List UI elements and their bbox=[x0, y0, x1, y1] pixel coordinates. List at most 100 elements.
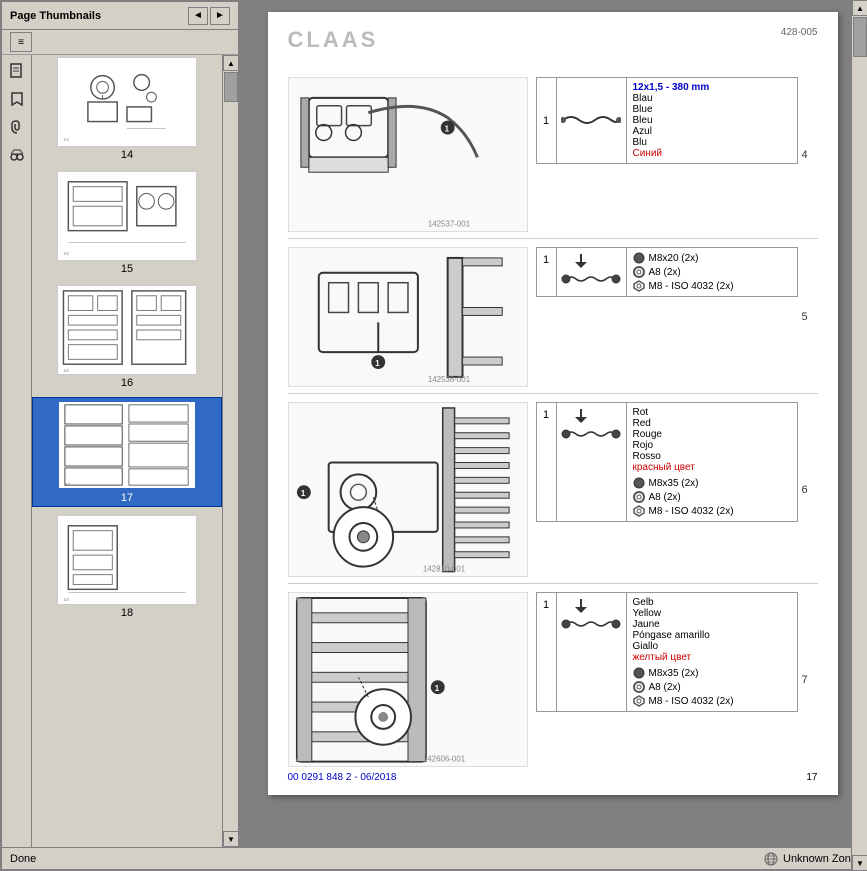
app-window: Page Thumbnails ◄ ► ≡ bbox=[0, 0, 867, 871]
thumbnail-16[interactable]: 16 16 bbox=[32, 283, 222, 391]
svg-text:1: 1 bbox=[444, 125, 449, 134]
washer-label-7-1: A8 (2x) bbox=[649, 682, 681, 693]
svg-text:1: 1 bbox=[375, 359, 380, 368]
svg-text:142810-001: 142810-001 bbox=[422, 565, 465, 574]
color-es-6: Rojo bbox=[633, 440, 791, 451]
nut-label-6-1: M8 - ISO 4032 (2x) bbox=[649, 506, 734, 517]
section-num-7: 7 bbox=[798, 592, 818, 767]
washer-label-6-1: A8 (2x) bbox=[649, 492, 681, 503]
thumbnails-list: 14 14 bbox=[32, 55, 222, 847]
page-ref-top: 428-005 bbox=[781, 27, 818, 38]
part-icons-6 bbox=[557, 403, 627, 521]
part-lang-en-4: Blue bbox=[633, 104, 791, 115]
svg-text:1: 1 bbox=[300, 489, 305, 498]
color-it-7: Giallo bbox=[633, 641, 791, 652]
part-icons-7 bbox=[557, 593, 627, 711]
part-lang-ru-4: Синий bbox=[633, 148, 791, 159]
document-panel: CLAAS 428-005 bbox=[240, 2, 865, 847]
part-desc-5: M8x20 (2x) A8 (2x) M8 - ISO 4032 (2x) bbox=[627, 248, 797, 296]
list-icon: ≡ bbox=[18, 37, 24, 48]
doc-scroll-thumb[interactable] bbox=[853, 17, 865, 57]
svg-text:1: 1 bbox=[434, 684, 439, 693]
part-row-6-1: 1 bbox=[536, 402, 798, 522]
part-lang-it-4: Blu bbox=[633, 137, 791, 148]
section-num-6: 6 bbox=[798, 402, 818, 577]
page-icon[interactable] bbox=[5, 59, 29, 83]
diagram-4: 1 142537-001 bbox=[288, 77, 528, 232]
part-row-5-1: 1 bbox=[536, 247, 798, 297]
part-lang-fr-4: Bleu bbox=[633, 115, 791, 126]
svg-text:142606-001: 142606-001 bbox=[422, 755, 465, 764]
nut-row-5-1: M8 - ISO 4032 (2x) bbox=[633, 280, 791, 292]
thumbnail-14[interactable]: 14 14 bbox=[32, 55, 222, 163]
left-panel-inner: 14 14 bbox=[2, 55, 238, 847]
thumbnail-17[interactable]: 17 17 bbox=[32, 397, 222, 507]
thumbnail-15[interactable]: 15 15 bbox=[32, 169, 222, 277]
nav-prev-button[interactable]: ◄ bbox=[188, 7, 208, 25]
bolt-label-6-1: M8x35 (2x) bbox=[649, 478, 699, 489]
color-fr-6: Rouge bbox=[633, 429, 791, 440]
svg-text:16: 16 bbox=[63, 368, 69, 374]
thumbnail-scrollbar[interactable]: ▲ ▼ bbox=[222, 55, 238, 847]
color-es-7: Póngase amarillo bbox=[633, 630, 791, 641]
section-6: 1 142810-001 1 bbox=[288, 402, 818, 584]
nut-label-7-1: M8 - ISO 4032 (2x) bbox=[649, 696, 734, 707]
document-page: CLAAS 428-005 bbox=[268, 12, 838, 795]
bolt-label-5-1: M8x20 (2x) bbox=[649, 253, 699, 264]
thumbnail-18[interactable]: 18 18 bbox=[32, 513, 222, 621]
bolt-row-7-1: M8x35 (2x) bbox=[633, 667, 791, 679]
nav-next-button[interactable]: ► bbox=[210, 7, 230, 25]
status-done: Done bbox=[10, 853, 36, 865]
part-name-4: 12x1,5 - 380 mm bbox=[633, 82, 791, 93]
parts-6: 1 bbox=[528, 402, 798, 577]
section-4: 1 142537-001 1 bbox=[288, 77, 818, 239]
part-desc-4: 12x1,5 - 380 mm Blau Blue Bleu Azul Blu … bbox=[627, 78, 797, 163]
part-pos-7: 1 bbox=[537, 593, 557, 711]
thumbnail-label-15: 15 bbox=[121, 263, 133, 275]
doc-scroll-track bbox=[852, 16, 865, 847]
bolt-row-6-1: M8x35 (2x) bbox=[633, 477, 791, 489]
doc-scroll-up[interactable]: ▲ bbox=[852, 2, 865, 16]
footer-left: 00 0291 848 2 - 06/2018 bbox=[288, 772, 397, 783]
scroll-thumb[interactable] bbox=[224, 72, 238, 102]
nut-row-6-1: M8 - ISO 4032 (2x) bbox=[633, 505, 791, 517]
svg-text:142537-001: 142537-001 bbox=[427, 220, 470, 229]
washer-row-7-1: A8 (2x) bbox=[633, 681, 791, 693]
panel-title: Page Thumbnails bbox=[10, 10, 101, 22]
color-fr-7: Jaune bbox=[633, 619, 791, 630]
list-view-button[interactable]: ≡ bbox=[10, 32, 32, 52]
panel-header: Page Thumbnails ◄ ► bbox=[2, 2, 238, 30]
status-bar: Done Unknown Zone bbox=[2, 847, 865, 869]
diagram-6: 1 142810-001 bbox=[288, 402, 528, 577]
thumbnail-label-18: 18 bbox=[121, 607, 133, 619]
nut-label-5-1: M8 - ISO 4032 (2x) bbox=[649, 281, 734, 292]
bolt-row-5-1: M8x20 (2x) bbox=[633, 252, 791, 264]
attachment-icon[interactable] bbox=[5, 115, 29, 139]
content-area: Page Thumbnails ◄ ► ≡ bbox=[2, 2, 865, 847]
footer-right: 17 bbox=[806, 772, 817, 783]
thumbnail-label-16: 16 bbox=[121, 377, 133, 389]
doc-scrollbar[interactable]: ▲ ▼ bbox=[851, 2, 865, 847]
svg-text:14: 14 bbox=[63, 137, 69, 143]
washer-row-6-1: A8 (2x) bbox=[633, 491, 791, 503]
part-pos-4: 1 bbox=[537, 78, 557, 163]
status-zone-label: Unknown Zone bbox=[783, 853, 857, 865]
binoculars-icon[interactable] bbox=[5, 143, 29, 167]
bolt-label-7-1: M8x35 (2x) bbox=[649, 668, 699, 679]
status-zone-area: Unknown Zone bbox=[763, 851, 857, 867]
sidebar-icons bbox=[2, 55, 32, 847]
color-ru-7: желтый цвет bbox=[633, 652, 791, 663]
svg-text:17: 17 bbox=[65, 482, 71, 488]
section-5: 1 142538-001 1 bbox=[288, 247, 818, 394]
doc-footer: 00 0291 848 2 - 06/2018 17 bbox=[288, 772, 818, 783]
scroll-up-button[interactable]: ▲ bbox=[223, 55, 238, 71]
thumbnail-img-17: 17 bbox=[57, 400, 197, 490]
globe-icon bbox=[763, 851, 779, 867]
scroll-down-button[interactable]: ▼ bbox=[223, 831, 238, 847]
parts-4: 1 12x1,5 - 380 mm bbox=[528, 77, 798, 232]
part-icon-4 bbox=[557, 78, 627, 163]
color-de-6: Rot bbox=[633, 407, 791, 418]
color-en-7: Yellow bbox=[633, 608, 791, 619]
bookmark-icon[interactable] bbox=[5, 87, 29, 111]
thumbnail-label-17: 17 bbox=[121, 492, 133, 504]
